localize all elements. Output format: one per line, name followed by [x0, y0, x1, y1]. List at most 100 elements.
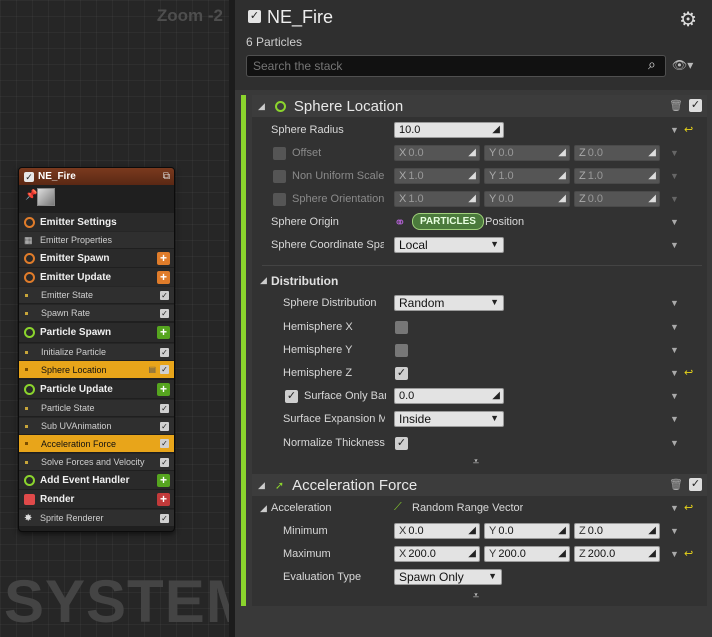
acceleration-force-header[interactable]: ◢ ➚ Acceleration Force 🗑 ✓	[252, 474, 707, 496]
add-module-button[interactable]: +	[157, 270, 170, 284]
emitter-node[interactable]: ✓ NE_Fire ⧉ 📌 Emitter Settings ▦ Emitter P…	[18, 167, 175, 532]
drag-handle-icon[interactable]: ◢	[468, 548, 476, 559]
node-row-sub-uvanimation[interactable]: Sub UVAnimation ✓	[19, 417, 174, 434]
drag-handle-icon[interactable]: ◢	[492, 390, 500, 401]
orient-z-field[interactable]: Z 0.0 ◢	[574, 191, 660, 207]
scale-z-field[interactable]: Z 1.0 ◢	[574, 168, 660, 184]
search-icon[interactable]: ⌕	[648, 56, 656, 73]
link-icon[interactable]: ⚭	[394, 214, 406, 231]
node-enable-checkbox[interactable]: ✓	[24, 171, 34, 182]
drag-handle-icon[interactable]: ◢	[492, 124, 500, 135]
trash-icon[interactable]: 🗑	[669, 478, 683, 491]
drag-handle-icon[interactable]: ◢	[648, 147, 656, 158]
evaluation-type-dropdown[interactable]: Spawn Only ▼	[394, 569, 502, 585]
collapse-arrow-icon[interactable]: ◢	[260, 275, 267, 286]
node-row-particle-spawn[interactable]: Particle Spawn +	[19, 323, 174, 342]
max-y-field[interactable]: Y 200.0 ◢	[484, 546, 570, 562]
max-z-field[interactable]: Z 200.0 ◢	[574, 546, 660, 562]
node-row-spawn-rate[interactable]: Spawn Rate ✓	[19, 304, 174, 321]
reset-icon[interactable]: ↩	[684, 547, 693, 560]
scale-x-field[interactable]: X 1.0 ◢	[394, 168, 480, 184]
hemisphere-z-checkbox[interactable]: ✓	[395, 367, 408, 380]
dropdown-arrow-icon[interactable]: ▼	[670, 414, 679, 424]
orient-y-field[interactable]: Y 0.0 ◢	[484, 191, 570, 207]
dropdown-arrow-icon[interactable]: ▼	[670, 194, 679, 204]
module-enable-checkbox[interactable]: ✓	[160, 347, 169, 357]
search-input[interactable]	[246, 55, 666, 77]
distribution-dropdown[interactable]: Random ▼	[394, 295, 504, 311]
offset-z-field[interactable]: Z 0.0 ◢	[574, 145, 660, 161]
offset-y-field[interactable]: Y 0.0 ◢	[484, 145, 570, 161]
particles-namespace-pill[interactable]: PARTICLES	[412, 213, 484, 230]
drag-handle-icon[interactable]: ◢	[558, 170, 566, 181]
collapse-arrow-icon[interactable]: ◢	[258, 101, 265, 112]
dropdown-arrow-icon[interactable]: ▼	[670, 438, 679, 448]
surface-band-field[interactable]: 0.0 ◢	[394, 388, 504, 404]
drag-handle-icon[interactable]: ◢	[468, 170, 476, 181]
coord-space-dropdown[interactable]: Local ▼	[394, 237, 504, 253]
collapse-arrow-icon[interactable]: ◢	[258, 480, 265, 491]
module-enable-checkbox[interactable]: ✓	[160, 439, 169, 448]
hemisphere-x-checkbox[interactable]	[395, 321, 408, 334]
drag-handle-icon[interactable]: ◢	[468, 193, 476, 204]
surface-band-checkbox[interactable]: ✓	[285, 390, 298, 403]
node-row-solve-forces-and-velocity[interactable]: Solve Forces and Velocity ✓	[19, 453, 174, 470]
dropdown-arrow-icon[interactable]: ▼	[670, 148, 679, 158]
dropdown-arrow-icon[interactable]: ▼	[670, 391, 679, 401]
graph-panel[interactable]: Zoom -2 SYSTEM ✓ NE_Fire ⧉ 📌 Emitter Set…	[0, 0, 229, 637]
module-enable-checkbox[interactable]: ✓	[160, 290, 169, 300]
orientation-checkbox[interactable]	[273, 193, 286, 206]
module-enable-checkbox[interactable]: ✓	[160, 421, 169, 431]
scale-y-field[interactable]: Y 1.0 ◢	[484, 168, 570, 184]
reset-icon[interactable]: ↩	[684, 123, 693, 136]
pin-icon[interactable]: 📌	[25, 190, 37, 201]
expansion-mode-dropdown[interactable]: Inside ▼	[394, 411, 504, 427]
drag-handle-icon[interactable]: ◢	[468, 525, 476, 536]
min-x-field[interactable]: X 0.0 ◢	[394, 523, 480, 539]
node-row-particle-update[interactable]: Particle Update +	[19, 380, 174, 398]
node-row-initialize-particle[interactable]: Initialize Particle ✓	[19, 343, 174, 360]
module-enable-checkbox[interactable]: ✓	[160, 403, 169, 413]
dropdown-arrow-icon[interactable]: ▼	[670, 171, 679, 181]
node-header[interactable]: ✓ NE_Fire ⧉	[19, 168, 174, 185]
orient-x-field[interactable]: X 1.0 ◢	[394, 191, 480, 207]
reset-icon[interactable]: ↩	[684, 501, 693, 514]
node-row-acceleration-force[interactable]: Acceleration Force ✓	[19, 435, 174, 452]
emitter-thumbnail[interactable]	[37, 188, 55, 206]
trash-icon[interactable]: 🗑	[669, 99, 683, 112]
dropdown-arrow-icon[interactable]: ▼	[670, 125, 679, 135]
drag-handle-icon[interactable]: ◢	[558, 147, 566, 158]
node-row-emitter-settings[interactable]: Emitter Settings	[19, 213, 174, 232]
max-x-field[interactable]: X 200.0 ◢	[394, 546, 480, 562]
dropdown-arrow-icon[interactable]: ▼	[670, 240, 679, 250]
open-external-icon[interactable]: ⧉	[163, 171, 170, 182]
dropdown-arrow-icon[interactable]: ▼	[670, 549, 679, 559]
add-module-button[interactable]: +	[157, 382, 170, 396]
module-enable-checkbox[interactable]: ✓	[160, 308, 169, 318]
min-y-field[interactable]: Y 0.0 ◢	[484, 523, 570, 539]
drag-handle-icon[interactable]: ◢	[558, 525, 566, 536]
distribution-category[interactable]: ◢ Distribution	[252, 269, 707, 292]
dropdown-arrow-icon[interactable]: ▼	[670, 345, 679, 355]
node-row-particle-state[interactable]: Particle State ✓	[19, 399, 174, 416]
module-enable-checkbox[interactable]: ✓	[689, 99, 702, 112]
drag-handle-icon[interactable]: ◢	[648, 170, 656, 181]
scale-checkbox[interactable]	[273, 170, 286, 183]
drag-handle-icon[interactable]: ◢	[558, 193, 566, 204]
node-row-sphere-location[interactable]: Sphere Location ▤ ✓	[19, 361, 174, 378]
emitter-enable-checkbox[interactable]: ✓	[248, 10, 261, 23]
dropdown-arrow-icon[interactable]: ▼	[670, 526, 679, 536]
add-module-button[interactable]: +	[157, 251, 170, 265]
dropdown-arrow-icon[interactable]: ▼	[670, 368, 679, 378]
drag-handle-icon[interactable]: ◢	[648, 548, 656, 559]
module-enable-checkbox[interactable]: ✓	[160, 457, 169, 467]
normalize-checkbox[interactable]: ✓	[395, 437, 408, 450]
drag-handle-icon[interactable]: ◢	[558, 548, 566, 559]
add-module-button[interactable]: +	[157, 473, 170, 487]
node-row-emitter-state[interactable]: Emitter State ✓	[19, 286, 174, 303]
collapse-arrow-icon[interactable]: ◢	[260, 503, 267, 514]
add-module-button[interactable]: +	[157, 326, 170, 339]
offset-checkbox[interactable]	[273, 147, 286, 160]
dropdown-arrow-icon[interactable]: ▼	[670, 503, 679, 513]
module-enable-checkbox[interactable]: ✓	[689, 478, 702, 491]
